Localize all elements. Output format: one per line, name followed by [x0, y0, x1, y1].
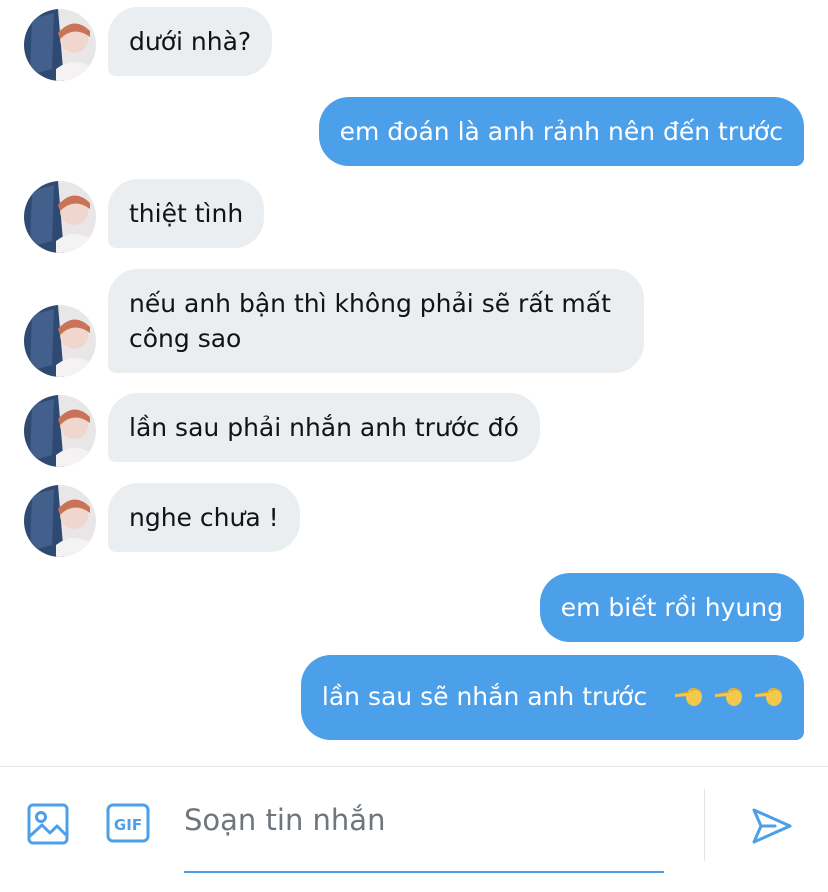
pointing-left-emoji	[754, 688, 782, 706]
avatar[interactable]	[24, 305, 96, 377]
message-bubble-received[interactable]: nghe chưa !	[108, 483, 300, 552]
message-bubble-sent[interactable]: em đoán là anh rảnh nên đến trước	[318, 97, 804, 166]
avatar-image	[24, 181, 96, 253]
message-bubble-received[interactable]: lần sau phải nhắn anh trước đó	[108, 393, 540, 462]
avatar[interactable]	[24, 485, 96, 557]
message-bubble-received[interactable]: nếu anh bận thì không phải sẽ rất mất cô…	[108, 269, 644, 373]
avatar-image	[24, 485, 96, 557]
pointing-left-emoji	[714, 688, 743, 706]
message-input-wrapper	[184, 789, 664, 873]
avatar-image	[24, 305, 96, 377]
message-text: lần sau sẽ nhắn anh trước	[321, 682, 648, 711]
composer-divider	[704, 789, 705, 861]
avatar[interactable]	[24, 9, 96, 81]
gif-icon-label: GIF	[114, 816, 142, 834]
message-bubble-received[interactable]: thiệt tình	[108, 179, 265, 248]
message-composer: GIF	[0, 766, 828, 892]
avatar-image	[24, 395, 96, 467]
message-bubble-received[interactable]: dưới nhà?	[108, 7, 273, 76]
send-icon[interactable]	[751, 807, 793, 845]
message-input[interactable]	[184, 803, 664, 837]
dm-conversation-screen: dưới nhà? em đoán là anh rảnh nên đến tr…	[0, 0, 828, 892]
avatar[interactable]	[24, 395, 96, 467]
image-icon[interactable]	[27, 803, 69, 845]
gif-icon[interactable]: GIF	[106, 803, 150, 843]
avatar-image	[24, 9, 96, 81]
message-bubble-sent[interactable]: em biết rồi hyung	[539, 573, 804, 642]
message-bubble-sent[interactable]: lần sau sẽ nhắn anh trước	[300, 655, 804, 740]
pointing-left-emoji	[675, 688, 703, 706]
avatar[interactable]	[24, 181, 96, 253]
